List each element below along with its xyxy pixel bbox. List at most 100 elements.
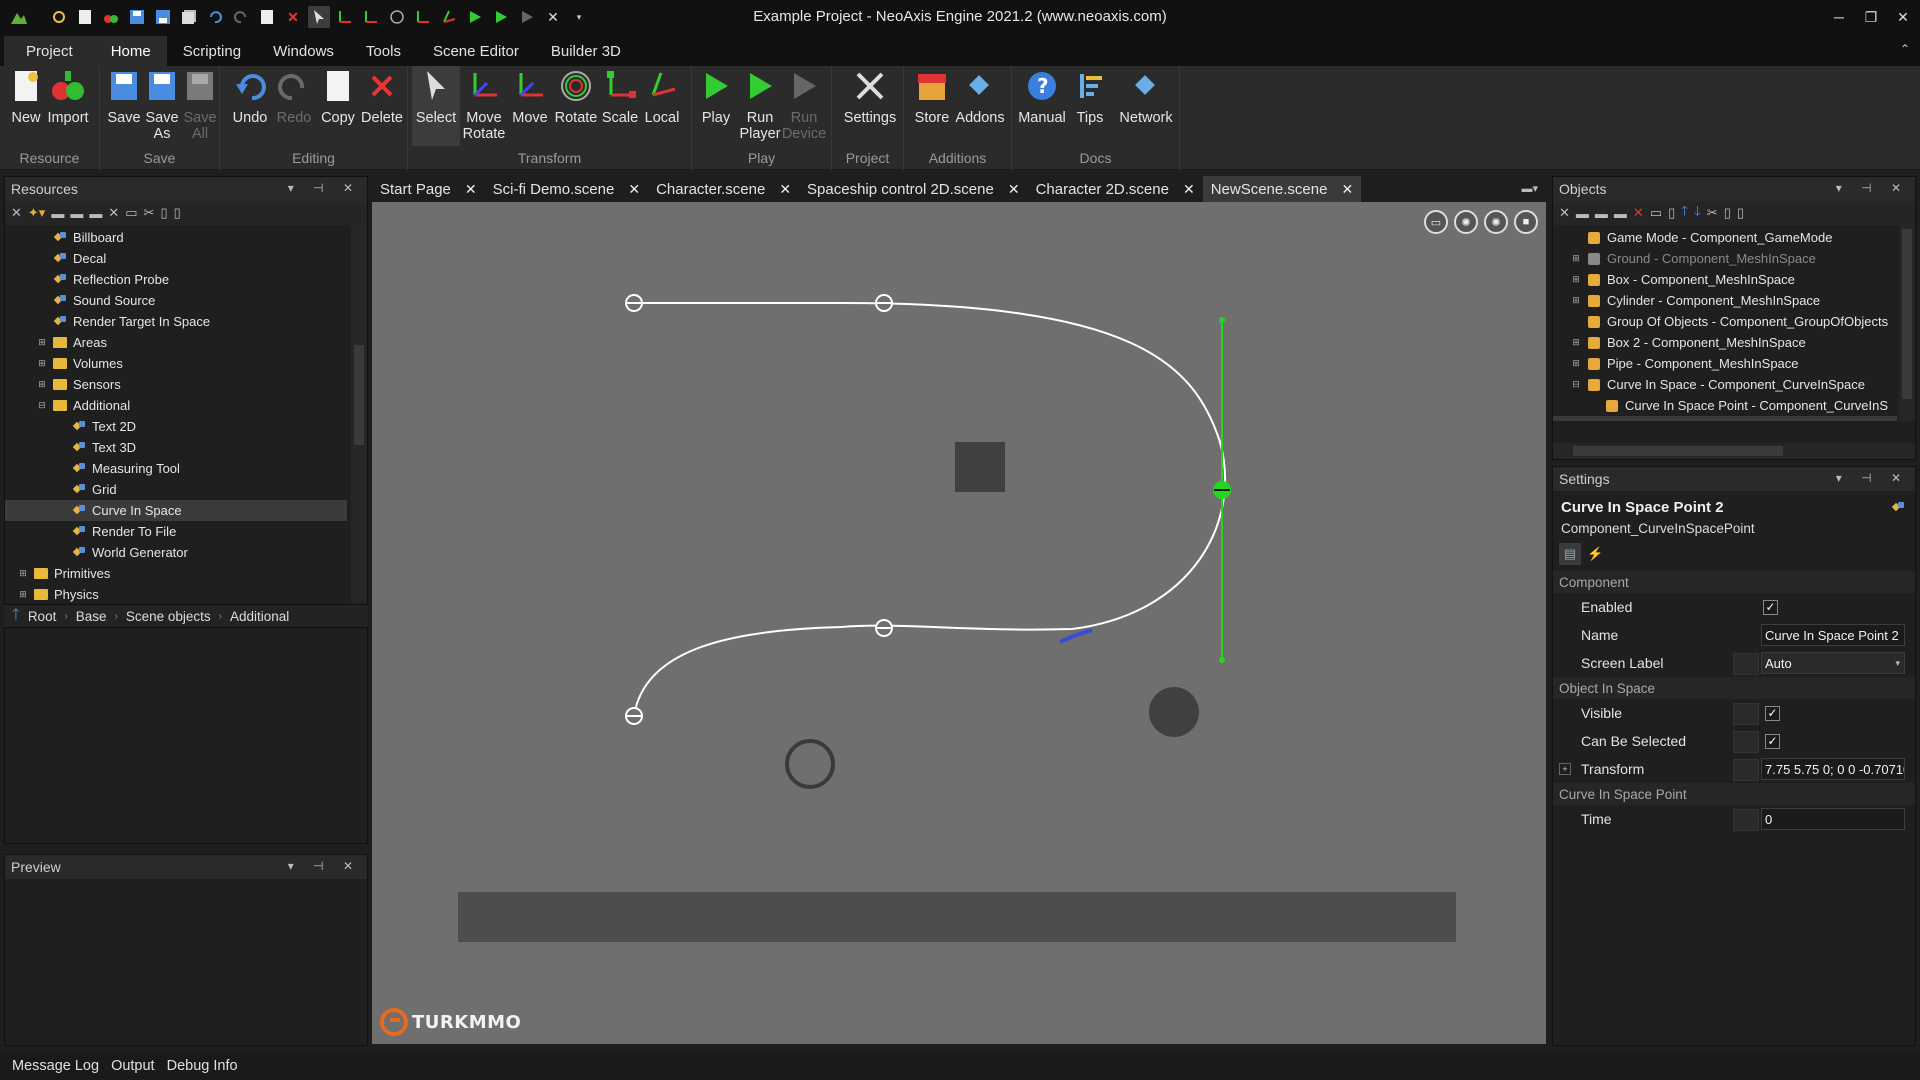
visible-checkbox[interactable]: ✓	[1765, 705, 1780, 721]
settings-button[interactable]: Settings	[842, 66, 898, 126]
tabs-menu-icon[interactable]: ▬▾	[1521, 182, 1538, 195]
scene-viewport[interactable]: ▭ ✺ ✺ ■ TURKMMO	[372, 202, 1546, 1044]
select-button[interactable]: Select	[412, 66, 460, 146]
debug-info-tab[interactable]: Debug Info	[167, 1058, 238, 1074]
object-item[interactable]: ⊞ Cylinder - Component_MeshInSpace	[1553, 290, 1897, 311]
redo-icon[interactable]	[230, 6, 252, 28]
curve-point-handle[interactable]	[875, 619, 893, 637]
enabled-checkbox[interactable]: ✓	[1763, 599, 1778, 615]
resource-item[interactable]: Render Target In Space	[5, 311, 347, 332]
object-item[interactable]: ⊞ Box 2 - Component_MeshInSpace	[1553, 332, 1897, 353]
resource-item[interactable]: ⊞ Physics	[5, 584, 347, 603]
rename-icon[interactable]: ▭	[125, 205, 137, 221]
move-rotate-icon[interactable]	[334, 6, 356, 28]
resource-item[interactable]: Render To File	[5, 521, 347, 542]
add-icon[interactable]: ✦▾	[28, 205, 45, 221]
doc-tab-character-2d[interactable]: Character 2D.scene ✕	[1028, 176, 1203, 202]
tab-tools[interactable]: Tools	[350, 36, 417, 66]
copy-icon[interactable]: ▯	[1724, 205, 1731, 221]
settings-wrench-icon[interactable]: ✕	[11, 205, 22, 221]
undo-icon[interactable]	[204, 6, 226, 28]
object-item[interactable]: Game Mode - Component_GameMode	[1553, 227, 1897, 248]
expand-icon[interactable]: ⊞	[1571, 295, 1581, 306]
transform-field[interactable]: 7.75 5.75 0; 0 0 -0.707106	[1761, 758, 1905, 780]
panel-controls-icon[interactable]: ▾ ⊣ ✕	[288, 181, 361, 195]
expand-icon[interactable]: ⊞	[37, 379, 47, 390]
new-object-icon[interactable]: ▬	[1614, 206, 1627, 221]
tab-scene-editor[interactable]: Scene Editor	[417, 36, 535, 66]
rename-object-icon[interactable]: ▭	[1650, 205, 1662, 221]
close-tab-icon[interactable]: ✕	[1008, 181, 1020, 198]
import-icon[interactable]	[100, 6, 122, 28]
local-icon[interactable]	[438, 6, 460, 28]
move-button[interactable]: Move	[506, 66, 554, 126]
store-button[interactable]: Store	[908, 66, 956, 126]
object-item[interactable]: Curve In Space Point 2 - Component_Curve…	[1553, 416, 1897, 421]
scale-icon[interactable]	[412, 6, 434, 28]
doc-tab-start-page[interactable]: Start Page ✕	[372, 176, 485, 202]
tab-scripting[interactable]: Scripting	[167, 36, 257, 66]
copy-icon[interactable]	[256, 6, 278, 28]
run-player-icon[interactable]	[490, 6, 512, 28]
delete-resource-icon[interactable]: ✕	[108, 205, 119, 221]
doc-tab-newscene[interactable]: NewScene.scene ✕	[1202, 176, 1362, 202]
resource-item[interactable]: ⊞ Primitives	[5, 563, 347, 584]
run-player-button[interactable]: Run Player	[736, 66, 784, 142]
close-tab-icon[interactable]: ✕	[1341, 181, 1353, 198]
curve-point-end[interactable]	[625, 707, 643, 725]
resource-item[interactable]: Text 3D	[5, 437, 347, 458]
resource-item[interactable]: ⊞ Sensors	[5, 374, 347, 395]
resource-item[interactable]: ⊞ Areas	[5, 332, 347, 353]
box-object[interactable]	[955, 442, 1005, 492]
panel-controls-icon[interactable]: ▾ ⊣ ✕	[1836, 471, 1909, 485]
resource-item[interactable]: World Generator	[5, 542, 347, 563]
object-item[interactable]: ⊞ Pipe - Component_MeshInSpace	[1553, 353, 1897, 374]
breadcrumb-scene-objects[interactable]: Scene objects	[126, 609, 211, 624]
collapse-icon[interactable]: ⊟	[37, 400, 47, 411]
close-tab-icon[interactable]: ✕	[465, 181, 477, 198]
events-mode-icon[interactable]: ⚡	[1587, 546, 1603, 562]
copy-resource-icon[interactable]: ▯	[160, 205, 167, 221]
doc-tab-sci-fi-demo[interactable]: Sci-fi Demo.scene ✕	[485, 176, 648, 202]
paste-icon[interactable]: ▯	[174, 205, 181, 221]
expand-transform-icon[interactable]: +	[1559, 763, 1571, 775]
object-item[interactable]: ⊟ Curve In Space - Component_CurveInSpace	[1553, 374, 1897, 395]
save-all-button[interactable]: Save All	[176, 66, 224, 142]
message-log-tab[interactable]: Message Log	[12, 1058, 99, 1074]
objects-scrollbar-v[interactable]	[1899, 225, 1915, 421]
resource-item[interactable]: Sound Source	[5, 290, 347, 311]
copy-button[interactable]: Copy	[314, 66, 362, 126]
tab-project[interactable]: Project	[4, 36, 95, 66]
rendering-options-icon[interactable]: ✺	[1484, 210, 1508, 234]
output-tab[interactable]: Output	[111, 1058, 155, 1074]
doc-tab-spaceship-control-2d[interactable]: Spaceship control 2D.scene ✕	[799, 176, 1028, 202]
ground-object[interactable]	[458, 892, 1456, 942]
undo-button[interactable]: Undo	[226, 66, 274, 126]
object-item[interactable]: ⊞ Ground - Component_MeshInSpace	[1553, 248, 1897, 269]
screen-label-dropdown[interactable]: Auto ▾	[1761, 652, 1905, 674]
play-icon[interactable]	[464, 6, 486, 28]
close-tab-icon[interactable]: ✕	[779, 181, 791, 198]
navigate-up-icon[interactable]: 🡑	[12, 604, 20, 629]
save-resource-icon[interactable]: ▬	[89, 206, 102, 221]
save-all-icon[interactable]	[178, 6, 200, 28]
save-object-icon[interactable]: ▬	[1595, 206, 1608, 221]
move-down-icon[interactable]: 🡓	[1694, 202, 1701, 224]
expand-icon[interactable]: ⊞	[18, 589, 28, 600]
expand-icon[interactable]: ⊞	[1571, 274, 1581, 285]
import-button[interactable]: Import	[44, 66, 92, 126]
can-be-selected-checkbox[interactable]: ✓	[1765, 733, 1780, 749]
panel-controls-icon[interactable]: ▾ ⊣ ✕	[288, 859, 361, 873]
tab-windows[interactable]: Windows	[257, 36, 350, 66]
close-window-button[interactable]: ✕	[1884, 0, 1920, 34]
gizmo-z-arc[interactable]	[1059, 628, 1093, 644]
lighting-icon[interactable]: ✺	[1454, 210, 1478, 234]
redo-button[interactable]: Redo	[270, 66, 318, 126]
transform-reset-button[interactable]	[1733, 759, 1759, 781]
rotate-icon[interactable]	[386, 6, 408, 28]
move-icon[interactable]	[360, 6, 382, 28]
customize-dropdown-icon[interactable]: ▾	[568, 6, 590, 28]
settings-wrench-icon[interactable]: ✕	[1559, 205, 1570, 221]
scale-button[interactable]: Scale	[596, 66, 644, 126]
resources-scrollbar[interactable]	[351, 225, 367, 603]
